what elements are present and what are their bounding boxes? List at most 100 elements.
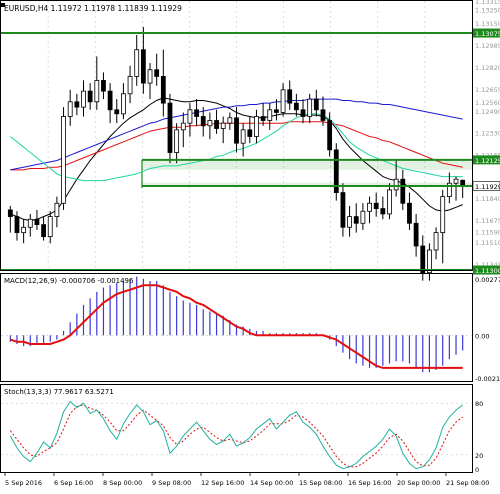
price-tick-label: 1.11929 — [475, 183, 500, 191]
candle-body — [260, 116, 266, 121]
chart-scroll-marker-icon[interactable] — [1, 3, 5, 7]
candle-body — [247, 129, 253, 137]
candle-body — [453, 178, 459, 184]
stoch-panel-frame — [0, 384, 473, 473]
candle-body — [307, 98, 313, 117]
candle-body — [134, 49, 140, 77]
candle-body — [254, 116, 259, 137]
candle-body — [240, 129, 246, 144]
candle-body — [160, 76, 166, 104]
price-tick-label: 1.12655 — [475, 86, 500, 94]
candle-body — [61, 116, 66, 204]
time-tick-label: 5 Sep 2016 — [5, 479, 42, 487]
price-tick-label: 1.12560 — [475, 99, 500, 107]
stoch-main-line — [9, 400, 463, 470]
macd-axis-label: 0.002775 — [475, 276, 500, 284]
time-tick-label: 16 Sep 16:00 — [348, 479, 391, 487]
candle-body — [54, 202, 60, 218]
candle-body — [180, 122, 186, 131]
macd-axis-label: -0.002105 — [475, 375, 500, 383]
candle-body — [187, 109, 193, 124]
candle-body — [194, 109, 199, 117]
candle-body — [393, 178, 399, 191]
candle-body — [360, 210, 366, 224]
price-tick-label: 1.13150 — [475, 20, 500, 28]
stoch-axis-label: 20 — [475, 452, 483, 460]
candle-body — [267, 109, 273, 121]
time-tick-label: 8 Sep 00:00 — [103, 479, 142, 487]
candle-body — [287, 89, 293, 104]
candle-body — [387, 189, 392, 215]
stoch-axis-label: 0 — [475, 466, 479, 474]
candle-body — [340, 192, 346, 228]
candle-body — [94, 80, 100, 103]
candle-body — [67, 101, 73, 117]
time-tick-label: 21 Sep 08:00 — [446, 479, 489, 487]
time-tick-label: 14 Sep 00:00 — [250, 479, 293, 487]
price-tick-label: 1.11590 — [475, 228, 500, 236]
time-tick-label: 6 Sep 16:00 — [54, 479, 93, 487]
candle-body — [114, 109, 120, 115]
candle-body — [220, 122, 226, 129]
candle-body — [47, 216, 53, 238]
candle-body — [407, 202, 412, 224]
candle-body — [127, 76, 133, 95]
candle-body — [420, 245, 426, 274]
macd-title: MACD(12,26,9) -0.000706 -0.001496 — [4, 277, 134, 285]
candle-body — [167, 102, 173, 153]
candle-body — [87, 90, 93, 103]
candle-body — [121, 93, 126, 115]
candle-body — [140, 49, 146, 84]
candle-body — [200, 116, 206, 127]
time-tick-label: 9 Sep 08:00 — [152, 479, 191, 487]
macd-panel: 0.002775 0.00 -0.002105 — [1, 276, 500, 383]
chart-window: 0.002775 0.00 -0.002105 80 20 0 1.133151.132… — [0, 0, 500, 490]
candle-body — [74, 101, 80, 108]
price-tick-label: 1.13315 — [475, 0, 500, 6]
candle-body — [101, 80, 106, 92]
macd-signal-line — [10, 284, 463, 369]
candle-body — [154, 69, 160, 77]
candle-body — [214, 120, 219, 129]
candle-body — [433, 232, 439, 251]
price-axis: 1.133151.13250 1.13150 1.13075 1.12985 1.128… — [472, 0, 500, 275]
candle-body — [41, 224, 46, 238]
candle-body — [227, 117, 233, 124]
stoch-axis-label: 80 — [475, 400, 483, 408]
time-tick-label: 20 Sep 00:00 — [397, 479, 440, 487]
candle-body — [21, 226, 27, 234]
candle-body — [293, 102, 299, 111]
candle-body — [274, 109, 279, 113]
candle-body — [313, 98, 319, 111]
candle-body — [380, 208, 386, 215]
candle-body — [27, 218, 33, 228]
stoch-signal-line — [9, 404, 463, 468]
main-title: EURUSD,H4 1.11972 1.11978 1.11839 1.1192… — [4, 4, 182, 13]
candle-body — [413, 222, 419, 247]
candle-body — [440, 196, 446, 234]
candle-body — [81, 90, 86, 108]
candle-body — [7, 209, 13, 218]
candle-body — [280, 89, 286, 113]
candle-body — [400, 178, 406, 204]
price-tick-label: 1.13075 — [475, 30, 500, 38]
price-tick-label: 1.12820 — [475, 64, 500, 72]
price-tick-label: 1.12330 — [475, 129, 500, 137]
time-axis: 5 Sep 2016 6 Sep 16:00 8 Sep 00:00 9 Sep 08… — [4, 473, 489, 487]
candle-body — [147, 69, 153, 84]
time-tick-label: 12 Sep 16:00 — [201, 479, 244, 487]
price-tick-label: 1.12490 — [475, 108, 500, 116]
candle-body — [234, 117, 239, 144]
candle-body — [327, 120, 333, 151]
candle-body — [367, 202, 372, 212]
candle-body — [34, 218, 40, 226]
candle-body — [174, 129, 180, 153]
price-tick-label: 1.12985 — [475, 42, 500, 50]
candle-body — [300, 109, 306, 117]
candle-body — [207, 120, 213, 127]
price-tick-label: 1.11840 — [475, 195, 500, 203]
candle-body — [320, 109, 326, 121]
candle-body — [373, 202, 379, 209]
candle-body — [107, 90, 113, 111]
price-tick-label: 1.11300 — [475, 267, 500, 275]
